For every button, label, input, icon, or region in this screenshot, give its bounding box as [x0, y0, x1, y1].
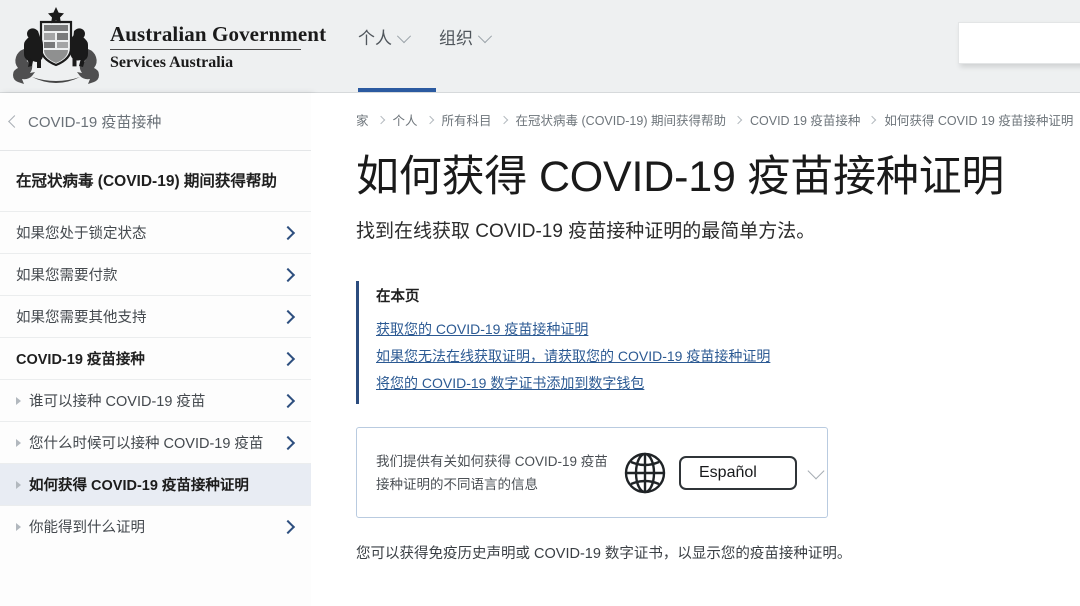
sidebar-item-label: 如何获得 COVID-19 疫苗接种证明 — [29, 478, 249, 494]
sidebar-item-label: 如果您需要付款 — [16, 268, 118, 284]
brand-divider — [110, 49, 301, 50]
chevron-right-icon — [868, 115, 877, 124]
sidebar-item-label: 如果您处于锁定状态 — [16, 226, 147, 242]
breadcrumb-item-home[interactable]: 家 — [356, 110, 369, 129]
sidebar-back-label: COVID-19 疫苗接种 — [28, 114, 162, 131]
on-this-page-heading: 在本页 — [376, 289, 420, 305]
sidebar-item-label: 你能得到什么证明 — [29, 520, 145, 536]
chevron-left-icon — [8, 115, 21, 128]
sidebar-back-link[interactable]: COVID-19 疫苗接种 — [0, 93, 311, 151]
on-this-page-panel: 在本页 获取您的 COVID-19 疫苗接种证明 如果您无法在线获取证明，请获取… — [356, 281, 826, 404]
nav-item-individuals-label: 个人 — [358, 29, 392, 48]
language-selected-value[interactable]: Español — [679, 455, 797, 490]
chevron-right-icon — [376, 115, 385, 124]
chevron-right-icon — [499, 115, 508, 124]
sidebar-section-title: 在冠状病毒 (COVID-19) 期间获得帮助 — [16, 173, 277, 190]
sidebar-item-other-support[interactable]: 如果您需要其他支持 — [0, 295, 311, 337]
page-title: 如何获得 COVID-19 疫苗接种证明 — [356, 153, 1005, 201]
breadcrumb-item-all-subjects[interactable]: 所有科目 — [442, 110, 492, 129]
chevron-right-icon — [280, 351, 296, 366]
chevron-right-icon — [280, 393, 296, 408]
triangle-bullet-icon — [16, 522, 21, 531]
globe-icon — [624, 452, 666, 493]
chevron-right-icon — [280, 435, 296, 450]
page-subtitle: 找到在线获取 COVID-19 疫苗接种证明的最简单方法。 — [356, 221, 816, 242]
brand-line-services-australia: Services Australia — [110, 54, 234, 71]
sidebar-item-lockdown[interactable]: 如果您处于锁定状态 — [0, 211, 311, 253]
breadcrumb-item-current: 如何获得 COVID 19 疫苗接种证明 — [884, 114, 1074, 128]
chevron-right-icon — [280, 267, 296, 282]
on-this-page-link-offline-proof[interactable]: 如果您无法在线获取证明，请获取您的 COVID-19 疫苗接种证明 — [376, 344, 826, 368]
sidebar-item-payment[interactable]: 如果您需要付款 — [0, 253, 311, 295]
sidebar-item-who-can-get-vaccine[interactable]: 谁可以接种 COVID-19 疫苗 — [0, 379, 311, 421]
sidebar-item-label: 您什么时候可以接种 COVID-19 疫苗 — [29, 436, 264, 452]
sidebar-nav-list: 如果您处于锁定状态 如果您需要付款 如果您需要其他支持 COVID-19 疫苗接… — [0, 211, 311, 547]
sidebar-item-label: 谁可以接种 COVID-19 疫苗 — [29, 394, 206, 410]
chevron-right-icon — [733, 115, 743, 124]
body-paragraph: 您可以获得免疫历史声明或 COVID-19 数字证书，以显示您的疫苗接种证明。 — [356, 546, 852, 562]
chevron-down-icon — [477, 29, 493, 44]
chevron-right-icon — [425, 115, 434, 124]
breadcrumb-item-covid-help[interactable]: 在冠状病毒 (COVID-19) 期间获得帮助 — [516, 110, 726, 129]
chevron-right-icon — [280, 519, 296, 534]
language-box-description: 我们提供有关如何获得 COVID-19 疫苗接种证明的不同语言的信息 — [376, 453, 608, 492]
commonwealth-coat-of-arms-icon — [13, 7, 99, 84]
language-selector-box: 我们提供有关如何获得 COVID-19 疫苗接种证明的不同语言的信息 Españ… — [356, 427, 828, 518]
chevron-down-icon — [396, 29, 412, 44]
sidebar-item-when-can-get-vaccine[interactable]: 您什么时候可以接种 COVID-19 疫苗 — [0, 421, 311, 463]
breadcrumb-item-covid-vaccination[interactable]: COVID 19 疫苗接种 — [750, 110, 860, 129]
chevron-right-icon — [280, 309, 296, 324]
chevron-right-icon — [280, 225, 296, 240]
language-selector-control: Español — [622, 450, 825, 496]
nav-item-organisations-label: 组织 — [439, 29, 473, 48]
brand-logo[interactable]: Australian Government Services Australia — [8, 4, 326, 88]
triangle-bullet-icon — [16, 480, 21, 489]
on-this-page-link-digital-wallet[interactable]: 将您的 COVID-19 数字证书添加到数字钱包 — [376, 371, 826, 395]
sidebar-item-label: COVID-19 疫苗接种 — [16, 352, 145, 368]
triangle-bullet-icon — [16, 396, 21, 405]
nav-item-individuals[interactable]: 个人 — [358, 28, 412, 52]
on-this-page-link-get-proof[interactable]: 获取您的 COVID-19 疫苗接种证明 — [376, 317, 826, 341]
site-header: Australian Government Services Australia… — [0, 0, 1080, 93]
main-content: 家 个人 所有科目 在冠状病毒 (COVID-19) 期间获得帮助 COVID … — [311, 93, 1080, 606]
main-navigation: 个人 组织 — [358, 28, 493, 52]
chevron-down-icon[interactable] — [807, 462, 825, 479]
sidebar-item-covid-vaccination[interactable]: COVID-19 疫苗接种 — [0, 337, 311, 379]
search-panel[interactable] — [958, 22, 1080, 64]
brand-text: Australian Government Services Australia — [110, 19, 326, 73]
breadcrumb: 家 个人 所有科目 在冠状病毒 (COVID-19) 期间获得帮助 COVID … — [311, 93, 1080, 129]
sidebar: COVID-19 疫苗接种 在冠状病毒 (COVID-19) 期间获得帮助 如果… — [0, 93, 311, 606]
sidebar-item-how-to-get-proof[interactable]: 如何获得 COVID-19 疫苗接种证明 — [0, 463, 311, 505]
sidebar-item-what-proof[interactable]: 你能得到什么证明 — [0, 505, 311, 547]
breadcrumb-item-individuals[interactable]: 个人 — [393, 110, 418, 129]
brand-line-australian-government: Australian Government — [110, 22, 327, 46]
sidebar-item-label: 如果您需要其他支持 — [16, 310, 147, 326]
nav-item-organisations[interactable]: 组织 — [439, 28, 493, 52]
triangle-bullet-icon — [16, 438, 21, 447]
